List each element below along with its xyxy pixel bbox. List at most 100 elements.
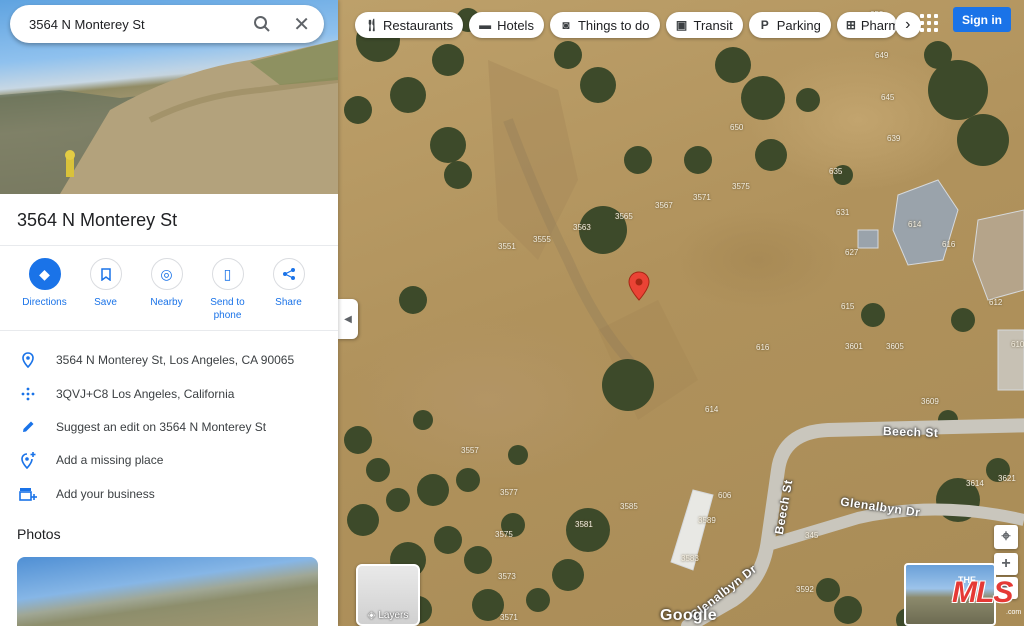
add-business-row[interactable]: Add your business (0, 479, 338, 509)
lot-number: 612 (989, 298, 1003, 307)
lot-number: 3621 (998, 474, 1016, 483)
lot-number: 3583 (681, 554, 699, 563)
lot-number: 3581 (575, 520, 593, 529)
nearby-button[interactable]: ◎ Nearby (136, 258, 197, 322)
chips-scroll-right-button[interactable]: › (894, 12, 921, 38)
send-to-phone-button[interactable]: ▯ Send to phone (197, 258, 258, 322)
watermark-suffix: .com (1006, 609, 1022, 616)
zoom-in-button[interactable]: + (994, 553, 1018, 575)
lot-number: 610 (1011, 340, 1024, 349)
layers-icon: ◈ (367, 610, 376, 621)
parking-icon: P (760, 18, 769, 32)
lot-number: 614 (705, 405, 719, 414)
lot-number: 650 (730, 123, 744, 132)
plus-code-text: 3QVJ+C8 Los Angeles, California (56, 387, 235, 401)
category-chips: 🍴︎ Restaurants ▬ Hotels ◙ Things to do ▣… (355, 12, 921, 38)
close-icon[interactable]: ✕ (293, 12, 310, 37)
my-location-button[interactable]: ⌖ (994, 525, 1018, 549)
bus-icon: ▣ (675, 18, 688, 32)
layers-button[interactable]: ◈ Layers (356, 564, 420, 626)
map-terrain (344, 8, 1024, 626)
lot-number: 3571 (693, 193, 711, 202)
chip-label: Pharmacies (860, 17, 897, 33)
google-attribution-logo: Google (660, 607, 717, 624)
address-row[interactable]: 3564 N Monterey St, Los Angeles, CA 9006… (0, 345, 338, 375)
mls-watermark-logo: MLS (952, 576, 1013, 609)
street-label-beech-st: Beech St (882, 424, 939, 440)
search-input[interactable]: 3564 N Monterey St (29, 17, 251, 32)
chip-restaurants[interactable]: 🍴︎ Restaurants (355, 12, 464, 38)
apps-grid-icon[interactable] (918, 12, 938, 32)
plus-icon: + (1001, 555, 1011, 572)
lot-number: 614 (908, 220, 922, 229)
action-label: Save (94, 297, 117, 308)
search-icon[interactable] (251, 15, 273, 33)
place-side-panel: 3564 N Monterey St ✕ 3564 N Monterey St … (0, 0, 338, 626)
lot-number: 3589 (698, 516, 716, 525)
lot-number: 627 (845, 248, 859, 257)
action-label: Directions (22, 297, 67, 308)
fork-knife-icon: 🍴︎ (364, 18, 380, 32)
lot-number: 606 (718, 491, 732, 500)
chip-hotels[interactable]: ▬ Hotels (469, 12, 544, 38)
action-label: Share (275, 297, 302, 308)
lot-number: 615 (841, 302, 855, 311)
chip-parking[interactable]: P Parking (748, 12, 831, 38)
lot-number: 3557 (461, 446, 479, 455)
lot-number: 3575 (495, 530, 513, 539)
location-pin-icon (0, 352, 56, 368)
plus-code-row[interactable]: 3QVJ+C8 Los Angeles, California (0, 379, 338, 409)
lot-number: 3567 (655, 201, 673, 210)
add-missing-place-text: Add a missing place (56, 453, 164, 467)
lot-number: 3609 (921, 397, 939, 406)
location-pin-marker[interactable] (628, 271, 650, 306)
action-label: Send to phone (210, 297, 245, 321)
nearby-icon: ◎ (150, 258, 183, 290)
directions-icon: ◆ (28, 258, 61, 290)
sign-in-button[interactable]: Sign in (953, 7, 1011, 32)
pencil-icon (0, 420, 56, 434)
lot-number: 345 (805, 531, 819, 540)
lot-number: 3614 (966, 479, 984, 488)
lot-number: 616 (756, 343, 770, 352)
suggest-edit-row[interactable]: Suggest an edit on 3564 N Monterey St (0, 412, 338, 442)
chevron-right-icon: › (905, 16, 911, 33)
lot-number: 639 (887, 134, 901, 143)
lot-number: 616 (942, 240, 956, 249)
collapse-panel-button[interactable]: ◀ (338, 299, 358, 339)
share-button[interactable]: Share (258, 258, 319, 322)
lot-number: 3585 (620, 502, 638, 511)
lot-number: 631 (836, 208, 850, 217)
send-to-phone-icon: ▯ (211, 258, 244, 290)
crosshair-icon: ⌖ (1001, 528, 1011, 545)
place-title: 3564 N Monterey St (17, 210, 178, 230)
satellite-map[interactable]: 653 649 645 650 639 635 631 3575 3571 35… (338, 0, 1024, 626)
camera-icon: ◙ (562, 18, 570, 32)
directions-button[interactable]: ◆ Directions (14, 258, 75, 322)
lot-number: 3571 (500, 613, 518, 622)
lot-number: 645 (881, 93, 895, 102)
lot-number: 3563 (573, 223, 591, 232)
search-box[interactable]: 3564 N Monterey St ✕ (10, 5, 324, 43)
chevron-left-icon: ◀ (344, 313, 352, 325)
pharmacy-icon: ⊞ (845, 18, 856, 32)
bed-icon: ▬ (479, 18, 492, 32)
share-icon (272, 258, 305, 290)
plus-code-icon (0, 386, 56, 402)
lot-number: 3577 (500, 488, 518, 497)
lot-number: 3573 (498, 572, 516, 581)
save-button[interactable]: Save (75, 258, 136, 322)
photo-thumbnail[interactable] (17, 557, 318, 626)
map-pin-icon (628, 271, 650, 301)
lot-number: 3575 (732, 182, 750, 191)
chip-label: Restaurants (383, 17, 454, 33)
divider (0, 330, 338, 331)
chip-transit[interactable]: ▣ Transit (665, 12, 743, 38)
lot-number: 635 (829, 167, 843, 176)
bookmark-icon (89, 258, 122, 290)
lot-number: 3565 (615, 212, 633, 221)
chip-things-to-do[interactable]: ◙ Things to do (549, 12, 660, 38)
add-missing-place-row[interactable]: Add a missing place (0, 445, 338, 475)
chip-pharmacies[interactable]: ⊞ Pharmacies (836, 12, 897, 38)
lot-number: 3605 (886, 342, 904, 351)
